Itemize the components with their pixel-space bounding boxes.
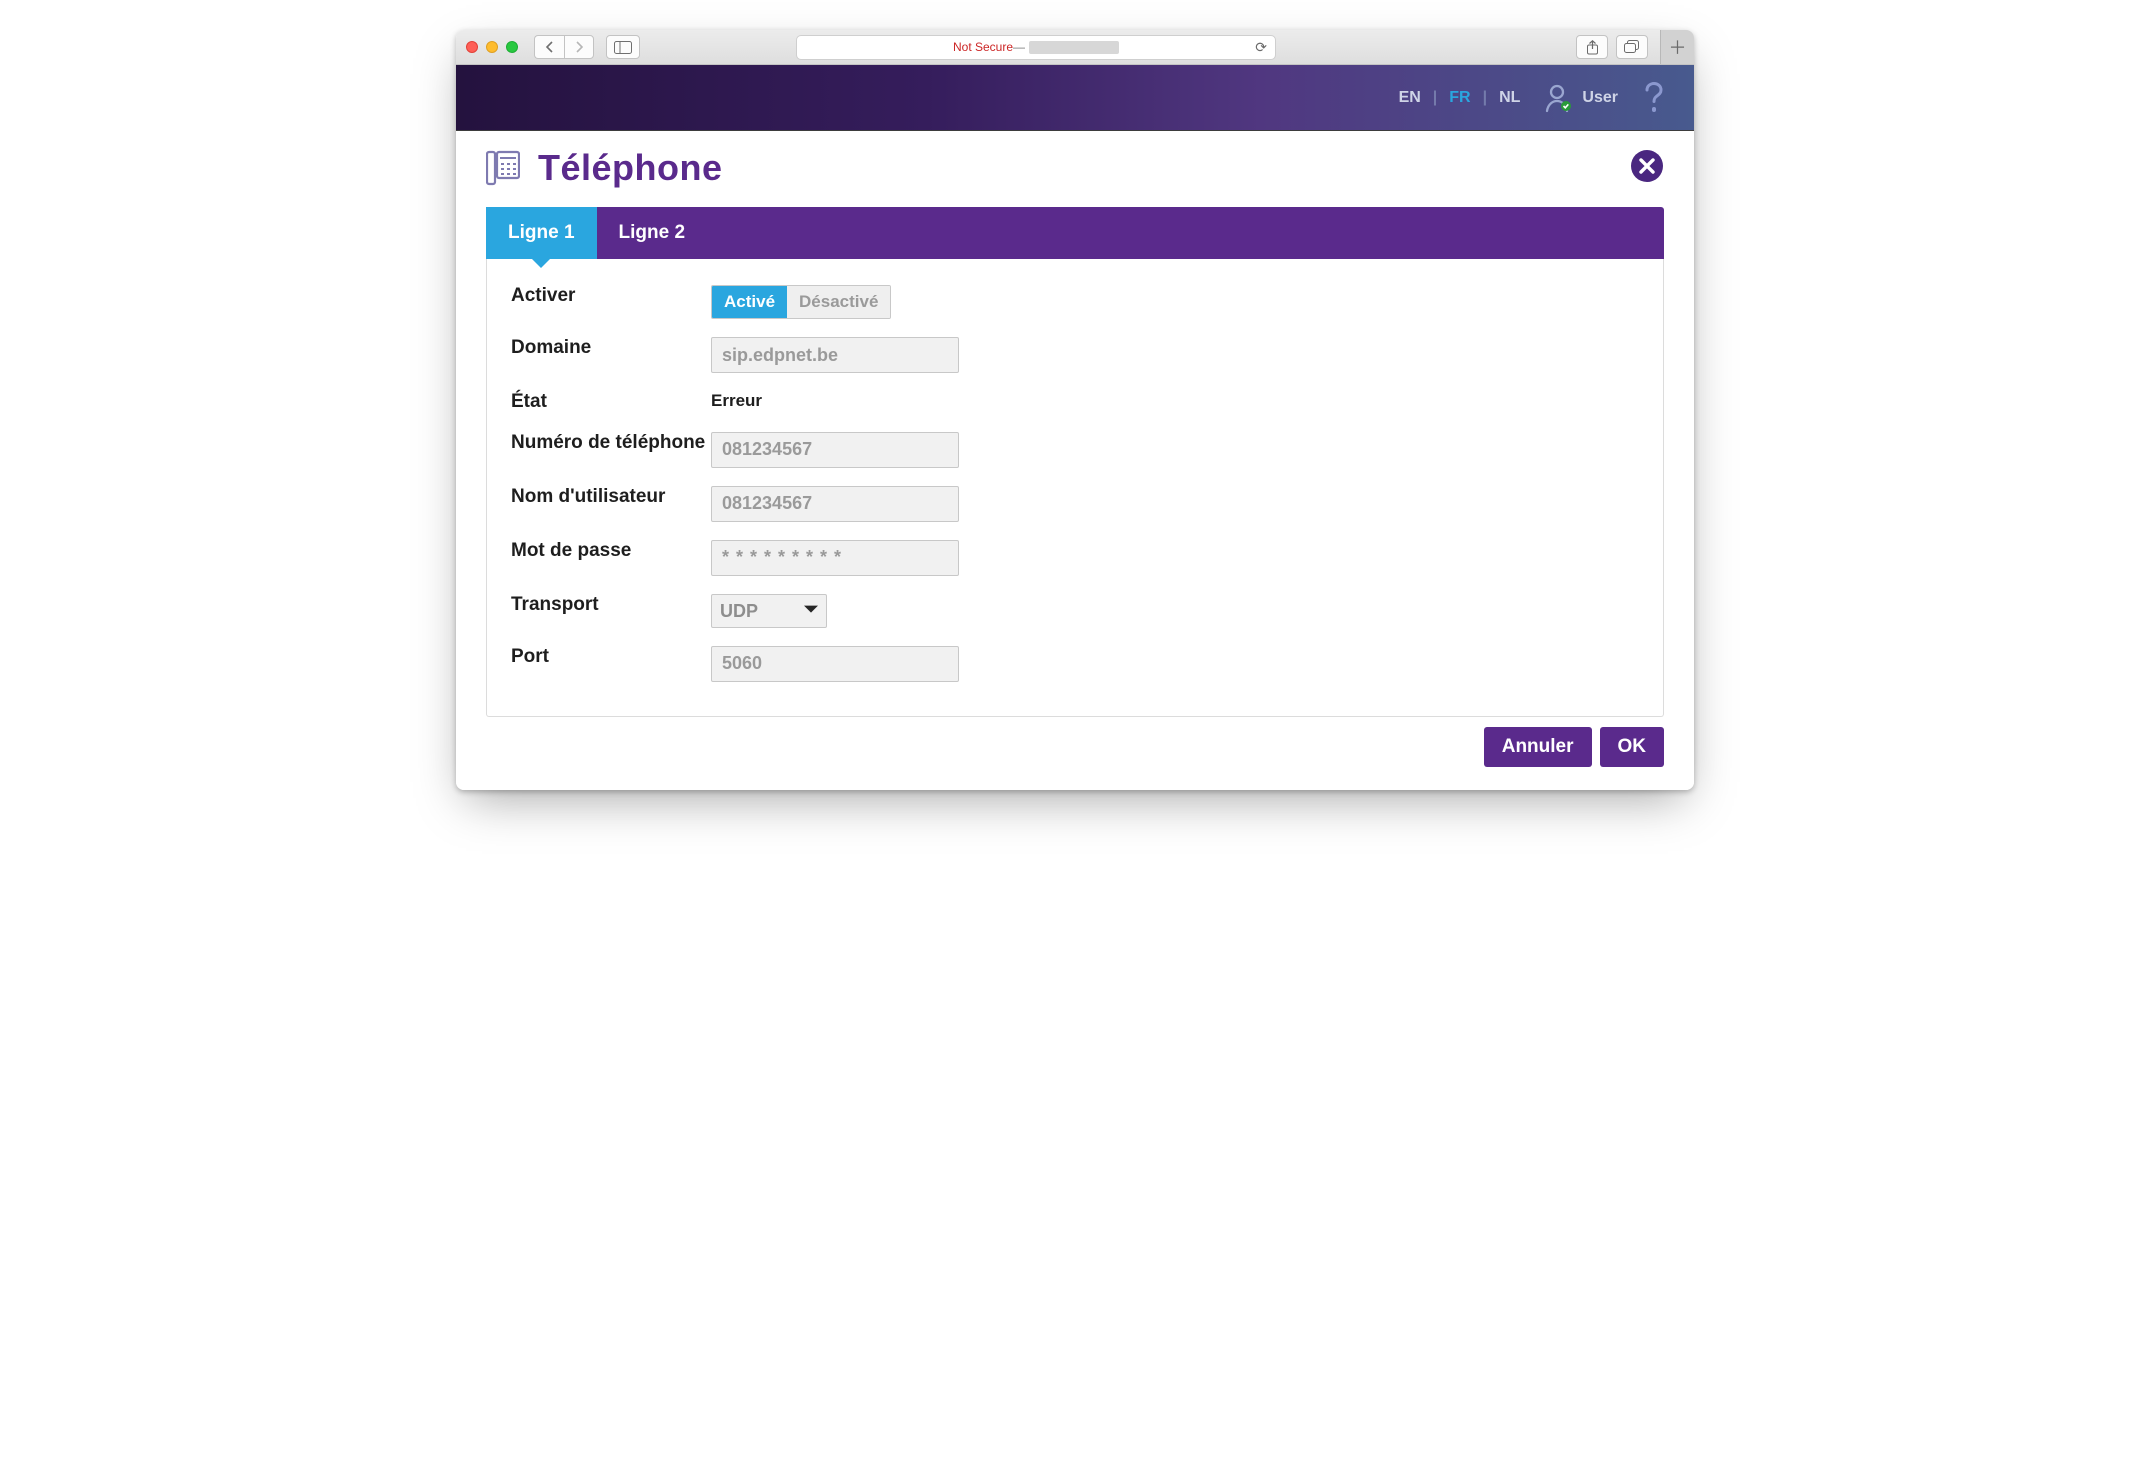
tabs-button[interactable] xyxy=(1616,35,1648,59)
password-input[interactable] xyxy=(711,540,959,576)
user-label: User xyxy=(1582,89,1618,107)
activate-off[interactable]: Désactivé xyxy=(787,286,890,318)
transport-select[interactable]: UDP xyxy=(711,594,827,628)
chevron-left-icon xyxy=(545,41,555,53)
address-bar[interactable]: Not Secure — ⟳ xyxy=(796,35,1276,60)
minimize-window-dot[interactable] xyxy=(486,41,498,53)
tab-line-1[interactable]: Ligne 1 xyxy=(486,207,597,259)
app-root: EN | FR | NL User xyxy=(456,65,1694,790)
chevron-right-icon xyxy=(574,41,584,53)
back-button[interactable] xyxy=(534,35,564,59)
label-status: État xyxy=(511,391,711,414)
port-input[interactable] xyxy=(711,646,959,682)
lang-fr[interactable]: FR xyxy=(1449,89,1470,107)
ok-button[interactable]: OK xyxy=(1600,727,1665,767)
reload-button[interactable]: ⟳ xyxy=(1255,39,1267,56)
close-icon xyxy=(1630,149,1664,183)
activate-on[interactable]: Activé xyxy=(712,286,787,318)
label-domain: Domaine xyxy=(511,337,711,360)
window-controls xyxy=(466,41,518,53)
label-phone: Numéro de téléphone xyxy=(511,432,711,455)
address-host-redacted xyxy=(1029,41,1119,54)
username-input[interactable] xyxy=(711,486,959,522)
line-settings-form: Activer Activé Désactivé Domaine xyxy=(486,259,1664,717)
phone-device-icon xyxy=(486,150,520,186)
close-window-dot[interactable] xyxy=(466,41,478,53)
phone-input[interactable] xyxy=(711,432,959,468)
lang-nl[interactable]: NL xyxy=(1499,89,1520,107)
form-actions: Annuler OK xyxy=(486,727,1664,767)
nav-buttons xyxy=(534,35,594,59)
sidebar-icon xyxy=(614,41,632,54)
address-sep: — xyxy=(1013,40,1025,54)
label-transport: Transport xyxy=(511,594,711,617)
label-password: Mot de passe xyxy=(511,540,711,563)
share-button[interactable] xyxy=(1576,35,1608,59)
label-username: Nom d'utilisateur xyxy=(511,486,711,509)
browser-titlebar: Not Secure — ⟳ xyxy=(456,30,1694,65)
share-icon xyxy=(1586,40,1599,55)
browser-window: Not Secure — ⟳ xyxy=(456,30,1694,790)
activate-toggle[interactable]: Activé Désactivé xyxy=(711,285,891,319)
label-activate: Activer xyxy=(511,285,711,308)
domain-input[interactable] xyxy=(711,337,959,373)
security-status: Not Secure xyxy=(953,40,1013,54)
page-title: Téléphone xyxy=(538,147,723,189)
forward-button[interactable] xyxy=(564,35,594,59)
help-icon[interactable] xyxy=(1642,81,1666,115)
close-panel-button[interactable] xyxy=(1630,149,1664,188)
line-tabs: Ligne 1 Ligne 2 xyxy=(486,207,1664,259)
cancel-button[interactable]: Annuler xyxy=(1484,727,1592,767)
tabs-icon xyxy=(1624,40,1640,54)
lang-sep: | xyxy=(1483,89,1487,107)
language-switcher: EN | FR | NL xyxy=(1399,89,1521,107)
label-port: Port xyxy=(511,646,711,669)
lang-en[interactable]: EN xyxy=(1399,89,1421,107)
maximize-window-dot[interactable] xyxy=(506,41,518,53)
lang-sep: | xyxy=(1433,89,1437,107)
user-icon xyxy=(1544,83,1572,113)
new-tab-button[interactable]: ＋ xyxy=(1660,30,1694,64)
sidebar-toggle-button[interactable] xyxy=(606,35,640,59)
user-menu[interactable]: User xyxy=(1544,83,1618,113)
panel: Téléphone Ligne 1 Ligne 2 Activer xyxy=(456,131,1694,790)
app-header: EN | FR | NL User xyxy=(456,65,1694,131)
status-value: Erreur xyxy=(711,391,762,410)
tab-line-2[interactable]: Ligne 2 xyxy=(597,207,708,259)
